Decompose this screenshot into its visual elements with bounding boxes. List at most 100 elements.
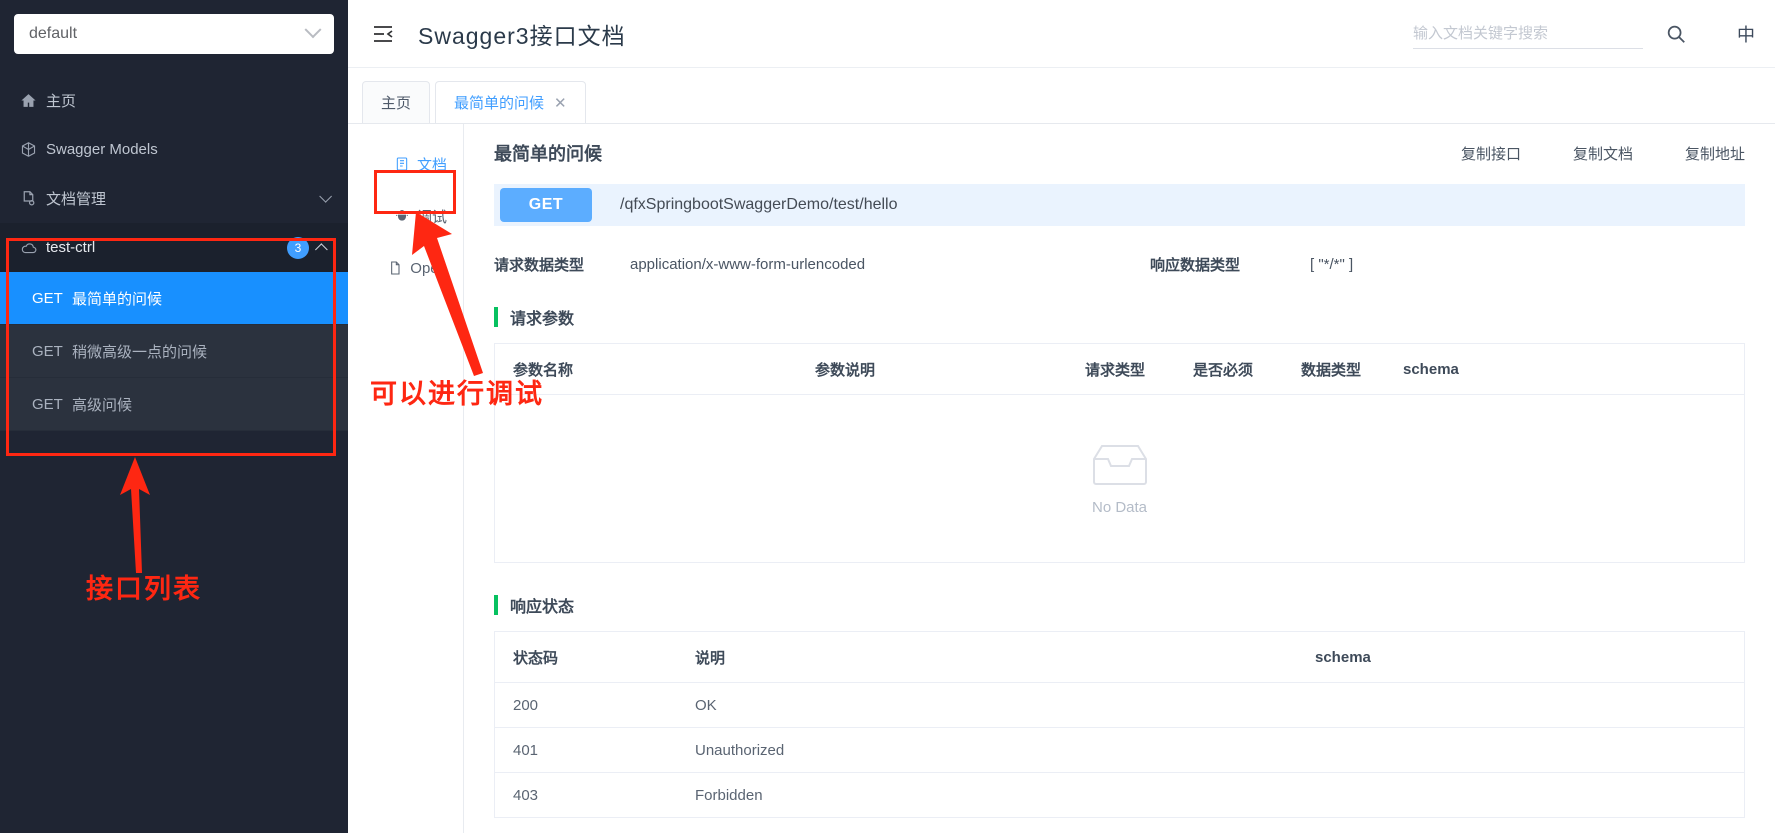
search-icon[interactable] (1665, 23, 1687, 45)
annotation-arrow-api-list (120, 457, 150, 573)
sidebar-group-label: test-ctrl (46, 239, 96, 256)
copy-interface-button[interactable]: 复制接口 (1461, 143, 1521, 164)
empty-state-label: No Data (1091, 499, 1148, 516)
col-param-desc: 参数说明 (815, 361, 876, 379)
menu-fold-icon[interactable] (370, 21, 396, 47)
empty-state: No Data (495, 395, 1744, 563)
status-schema-2 (1315, 773, 1744, 817)
request-params-table: 参数名称 参数说明 请求类型 是否必须 数据类型 schema No Data (494, 343, 1745, 563)
annotation-label-debug: 可以进行调试 (370, 379, 544, 409)
document-icon (394, 156, 410, 172)
search-area (1413, 18, 1687, 49)
document-title: 最简单的问候 (494, 144, 602, 164)
vtab-debug[interactable]: 调试 (348, 190, 463, 242)
sidebar-group-test-ctrl[interactable]: test-ctrl 3 (0, 223, 348, 272)
status-code-0: 200 (513, 696, 539, 714)
col-required: 是否必须 (1193, 361, 1254, 379)
col-request-type: 请求类型 (1085, 361, 1146, 379)
top-header: Swagger3接口文档 中 (348, 0, 1775, 68)
home-icon (20, 92, 46, 109)
sidebar: default 主页 Swagger Models 文档管理 test-ctrl… (0, 0, 348, 833)
status-desc-0: OK (695, 696, 717, 714)
sidebar-api-label-2: 高级问候 (72, 396, 133, 414)
project-select[interactable]: default (14, 14, 334, 54)
main-area: Swagger3接口文档 中 主页 最简单的问候 ✕ (348, 0, 1775, 833)
response-type-value: [ "*/*" ] (1310, 256, 1354, 273)
status-desc-2: Forbidden (695, 786, 763, 804)
file-icon (387, 260, 403, 276)
sidebar-item-swagger-models[interactable]: Swagger Models (0, 125, 348, 174)
sidebar-group-badge: 3 (287, 236, 309, 259)
sidebar-api-label-1: 稍微高级一点的问候 (72, 343, 208, 361)
response-status-title-label: 响应状态 (510, 599, 575, 616)
sidebar-nav: 主页 Swagger Models 文档管理 (0, 76, 348, 223)
sidebar-api-label-0: 最简单的问候 (72, 290, 163, 308)
col-status-desc: 说明 (695, 649, 726, 667)
project-select-wrapper: default (0, 0, 348, 54)
vtab-openapi-label: Open (410, 259, 447, 277)
status-schema-0 (1315, 683, 1744, 727)
document-pane: 最简单的问候 复制接口 复制文档 复制地址 GET /qfxSpringboot… (464, 124, 1775, 833)
col-data-type: 数据类型 (1301, 361, 1362, 379)
vtab-document-label: 文档 (416, 156, 447, 174)
response-status-table: 状态码 说明 schema 200 OK 401 Unauthorized 40… (494, 631, 1745, 818)
tab-simple-greeting-label: 最简单的问候 (454, 95, 545, 112)
tab-simple-greeting[interactable]: 最简单的问候 ✕ (435, 81, 586, 123)
sidebar-api-item-1[interactable]: GET 稍微高级一点的问候 (0, 325, 348, 378)
language-toggle[interactable]: 中 (1737, 21, 1755, 47)
copy-document-button[interactable]: 复制文档 (1573, 143, 1633, 164)
project-select-value: default (29, 25, 78, 42)
status-code-2: 403 (513, 786, 539, 804)
cube-icon (20, 141, 46, 158)
app-root: default 主页 Swagger Models 文档管理 test-ctrl… (0, 0, 1775, 833)
tab-home-label: 主页 (381, 95, 412, 112)
chevron-down-icon (304, 21, 322, 39)
content-body: 文档 调试 Open 最简单的问候 复制接口 复制文档 复制地址 GET /qf… (348, 124, 1775, 833)
sidebar-api-method-1: GET (32, 342, 63, 360)
sidebar-api-method-2: GET (32, 395, 63, 413)
table-row: 403 Forbidden (495, 773, 1744, 818)
document-header: 最简单的问候 复制接口 复制文档 复制地址 (464, 140, 1775, 166)
copy-address-button[interactable]: 复制地址 (1685, 143, 1745, 164)
close-icon[interactable]: ✕ (554, 94, 567, 112)
chevron-up-icon (315, 243, 328, 256)
sidebar-item-home[interactable]: 主页 (0, 76, 348, 125)
table-row: 200 OK (495, 683, 1744, 728)
sidebar-api-item-2[interactable]: GET 高级问候 (0, 378, 348, 431)
bug-icon (394, 208, 410, 224)
section-accent-bar (494, 595, 498, 615)
status-desc-1: Unauthorized (695, 741, 785, 759)
sidebar-item-swagger-models-label: Swagger Models (46, 141, 158, 158)
status-code-1: 401 (513, 741, 539, 759)
inbox-icon (1088, 441, 1152, 493)
vtab-document[interactable]: 文档 (348, 138, 463, 190)
doc-settings-icon (20, 190, 46, 207)
response-status-section-title: 响应状态 (494, 593, 1745, 617)
table-header-row: 状态码 说明 schema (495, 632, 1744, 683)
page-title: Swagger3接口文档 (418, 22, 626, 49)
tab-home[interactable]: 主页 (362, 81, 431, 123)
sidebar-item-home-label: 主页 (46, 93, 77, 110)
col-status-code: 状态码 (513, 649, 559, 667)
http-method-badge: GET (500, 188, 592, 222)
request-params-section-title: 请求参数 (494, 305, 1745, 329)
section-accent-bar (494, 307, 498, 327)
status-schema-1 (1315, 728, 1744, 772)
vertical-tab-list: 文档 调试 Open (348, 124, 464, 833)
request-type-value: application/x-www-form-urlencoded (630, 256, 866, 273)
col-schema: schema (1403, 360, 1459, 378)
datatype-row: 请求数据类型 application/x-www-form-urlencoded… (494, 254, 1745, 275)
table-header-row: 参数名称 参数说明 请求类型 是否必须 数据类型 schema (495, 344, 1744, 395)
response-type-label: 响应数据类型 (1150, 257, 1241, 274)
table-row: 401 Unauthorized (495, 728, 1744, 773)
sidebar-api-item-0[interactable]: GET 最简单的问候 (0, 272, 348, 325)
sidebar-item-doc-management[interactable]: 文档管理 (0, 174, 348, 223)
vtab-debug-label: 调试 (416, 208, 447, 226)
col-status-schema: schema (1315, 648, 1371, 666)
search-input[interactable] (1413, 18, 1643, 49)
sidebar-api-method-0: GET (32, 289, 63, 307)
vtab-openapi[interactable]: Open (348, 242, 463, 294)
request-type-label: 请求数据类型 (494, 257, 585, 274)
request-params-title-label: 请求参数 (510, 311, 575, 328)
cloud-icon (20, 239, 46, 257)
